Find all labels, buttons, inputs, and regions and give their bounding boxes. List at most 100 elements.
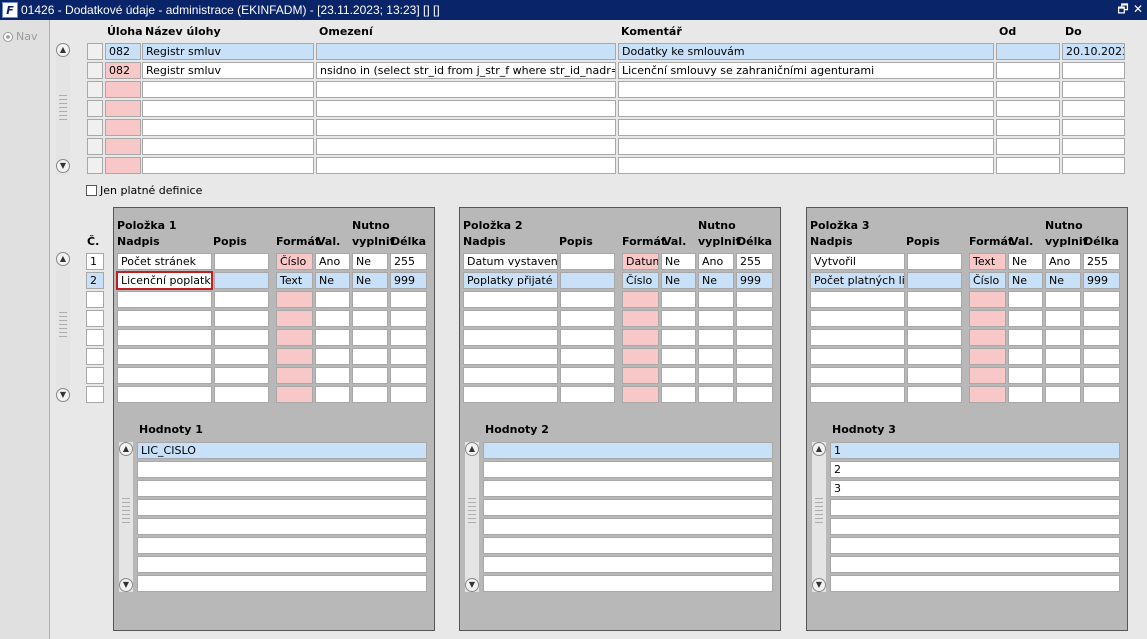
top-cell-nazev[interactable] bbox=[142, 138, 314, 155]
top-cell-komentar[interactable]: Dodatky ke smlouvám bbox=[618, 43, 994, 60]
value-cell[interactable]: 2 bbox=[830, 461, 1120, 478]
row-number-cell[interactable] bbox=[86, 386, 104, 403]
value-cell[interactable] bbox=[137, 518, 427, 535]
detail-cell-nadpis[interactable] bbox=[810, 291, 905, 308]
top-cell-komentar[interactable] bbox=[618, 81, 994, 98]
detail-cell-nutno[interactable] bbox=[1045, 348, 1081, 365]
value-cell[interactable] bbox=[137, 537, 427, 554]
top-cell-uloha[interactable] bbox=[105, 119, 141, 136]
detail-cell-nutno[interactable] bbox=[698, 310, 734, 327]
detail-cell-popis[interactable] bbox=[907, 386, 962, 403]
detail-cell-val[interactable] bbox=[661, 367, 696, 384]
detail-cell-popis[interactable] bbox=[907, 367, 962, 384]
detail-cell-popis[interactable] bbox=[560, 272, 615, 289]
detail-cell-delka[interactable] bbox=[1083, 329, 1120, 346]
detail-cell-val[interactable] bbox=[315, 386, 350, 403]
top-cell-uloha[interactable]: 082 bbox=[105, 62, 141, 79]
top-cell-do[interactable] bbox=[1062, 138, 1125, 155]
detail-cell-val[interactable] bbox=[1008, 310, 1043, 327]
detail-cell-popis[interactable] bbox=[907, 348, 962, 365]
detail-cell-delka[interactable] bbox=[736, 367, 773, 384]
detail-cell-nutno[interactable] bbox=[698, 367, 734, 384]
top-cell-nazev[interactable] bbox=[142, 100, 314, 117]
detail-cell-nadpis[interactable]: Počet stránek bbox=[117, 253, 212, 270]
top-cell-do[interactable] bbox=[1062, 62, 1125, 79]
detail-cell-val[interactable]: Ne bbox=[1008, 253, 1043, 270]
top-cell-omezeni[interactable] bbox=[316, 119, 616, 136]
detail-cell-popis[interactable] bbox=[907, 310, 962, 327]
value-cell[interactable] bbox=[830, 556, 1120, 573]
detail-cell-nutno[interactable] bbox=[352, 386, 388, 403]
checkbox-icon[interactable] bbox=[86, 185, 97, 196]
detail-cell-nutno[interactable] bbox=[698, 291, 734, 308]
value-cell[interactable] bbox=[483, 442, 773, 459]
detail-cell-delka[interactable] bbox=[1083, 386, 1120, 403]
nav-item[interactable]: Nav bbox=[3, 30, 37, 43]
detail-cell-nadpis[interactable] bbox=[463, 367, 558, 384]
row-number-cell[interactable] bbox=[86, 348, 104, 365]
detail-cell-popis[interactable] bbox=[214, 253, 269, 270]
top-cell-od[interactable] bbox=[996, 119, 1060, 136]
detail-cell-format[interactable] bbox=[276, 291, 313, 308]
detail-cell-nadpis[interactable] bbox=[463, 329, 558, 346]
top-cell-od[interactable] bbox=[996, 138, 1060, 155]
detail-cell-popis[interactable] bbox=[560, 348, 615, 365]
detail-cell-nadpis[interactable] bbox=[117, 386, 212, 403]
row-indicator[interactable] bbox=[87, 138, 103, 155]
top-cell-omezeni[interactable] bbox=[316, 43, 616, 60]
detail-cell-val[interactable] bbox=[1008, 291, 1043, 308]
title-bar[interactable]: F 01426 - Dodatkové údaje - administrace… bbox=[0, 0, 1147, 20]
detail-cell-format[interactable] bbox=[622, 367, 659, 384]
detail-cell-delka[interactable]: 255 bbox=[736, 253, 773, 270]
detail-cell-val[interactable] bbox=[315, 329, 350, 346]
detail-cell-format[interactable]: Datum bbox=[622, 253, 659, 270]
top-cell-omezeni[interactable] bbox=[316, 81, 616, 98]
top-cell-uloha[interactable] bbox=[105, 138, 141, 155]
detail-cell-nadpis[interactable] bbox=[117, 310, 212, 327]
top-cell-nazev[interactable] bbox=[142, 119, 314, 136]
detail-cell-nadpis[interactable] bbox=[810, 329, 905, 346]
detail-cell-nadpis[interactable]: Počet platných lice bbox=[810, 272, 905, 289]
detail-cell-format[interactable] bbox=[622, 386, 659, 403]
scroll-up-icon[interactable]: ▲ bbox=[812, 442, 826, 456]
detail-cell-delka[interactable] bbox=[390, 329, 427, 346]
top-cell-nazev[interactable]: Registr smluv bbox=[142, 43, 314, 60]
detail-cell-popis[interactable] bbox=[214, 291, 269, 308]
detail-cell-popis[interactable] bbox=[214, 386, 269, 403]
row-indicator[interactable] bbox=[87, 62, 103, 79]
detail-cell-val[interactable]: Ne bbox=[1008, 272, 1043, 289]
detail-cell-nadpis[interactable] bbox=[810, 348, 905, 365]
value-cell[interactable] bbox=[483, 461, 773, 478]
value-cell[interactable]: 1 bbox=[830, 442, 1120, 459]
detail-cell-delka[interactable] bbox=[1083, 348, 1120, 365]
detail-cell-delka[interactable] bbox=[736, 329, 773, 346]
detail-cell-nutno[interactable] bbox=[352, 291, 388, 308]
detail-cell-format[interactable] bbox=[276, 386, 313, 403]
value-cell[interactable] bbox=[137, 480, 427, 497]
detail-cell-format[interactable] bbox=[622, 310, 659, 327]
top-cell-uloha[interactable] bbox=[105, 81, 141, 98]
detail-cell-format[interactable] bbox=[276, 310, 313, 327]
scroll-up-icon[interactable]: ▲ bbox=[56, 43, 70, 57]
top-cell-od[interactable] bbox=[996, 43, 1060, 60]
top-grid-scrollbar[interactable]: ▲ ▼ bbox=[56, 43, 70, 175]
detail-cell-format[interactable] bbox=[276, 329, 313, 346]
detail-cell-delka[interactable] bbox=[390, 310, 427, 327]
detail-cell-format[interactable]: Číslo bbox=[622, 272, 659, 289]
detail-cell-nutno[interactable] bbox=[698, 329, 734, 346]
top-cell-nazev[interactable] bbox=[142, 81, 314, 98]
detail-cell-delka[interactable] bbox=[390, 291, 427, 308]
detail-cell-format[interactable]: Číslo bbox=[276, 253, 313, 270]
detail-cell-val[interactable] bbox=[661, 348, 696, 365]
row-indicator[interactable] bbox=[87, 81, 103, 98]
row-number-cell[interactable] bbox=[86, 291, 104, 308]
detail-cell-val[interactable]: Ne bbox=[661, 272, 696, 289]
detail-cell-popis[interactable] bbox=[907, 253, 962, 270]
row-number-cell[interactable] bbox=[86, 310, 104, 327]
scroll-down-icon[interactable]: ▼ bbox=[119, 578, 133, 592]
detail-cell-val[interactable] bbox=[661, 310, 696, 327]
row-indicator[interactable] bbox=[87, 119, 103, 136]
detail-cell-nadpis[interactable] bbox=[117, 329, 212, 346]
detail-cell-nadpis[interactable]: Vytvořil bbox=[810, 253, 905, 270]
detail-cell-popis[interactable] bbox=[214, 348, 269, 365]
